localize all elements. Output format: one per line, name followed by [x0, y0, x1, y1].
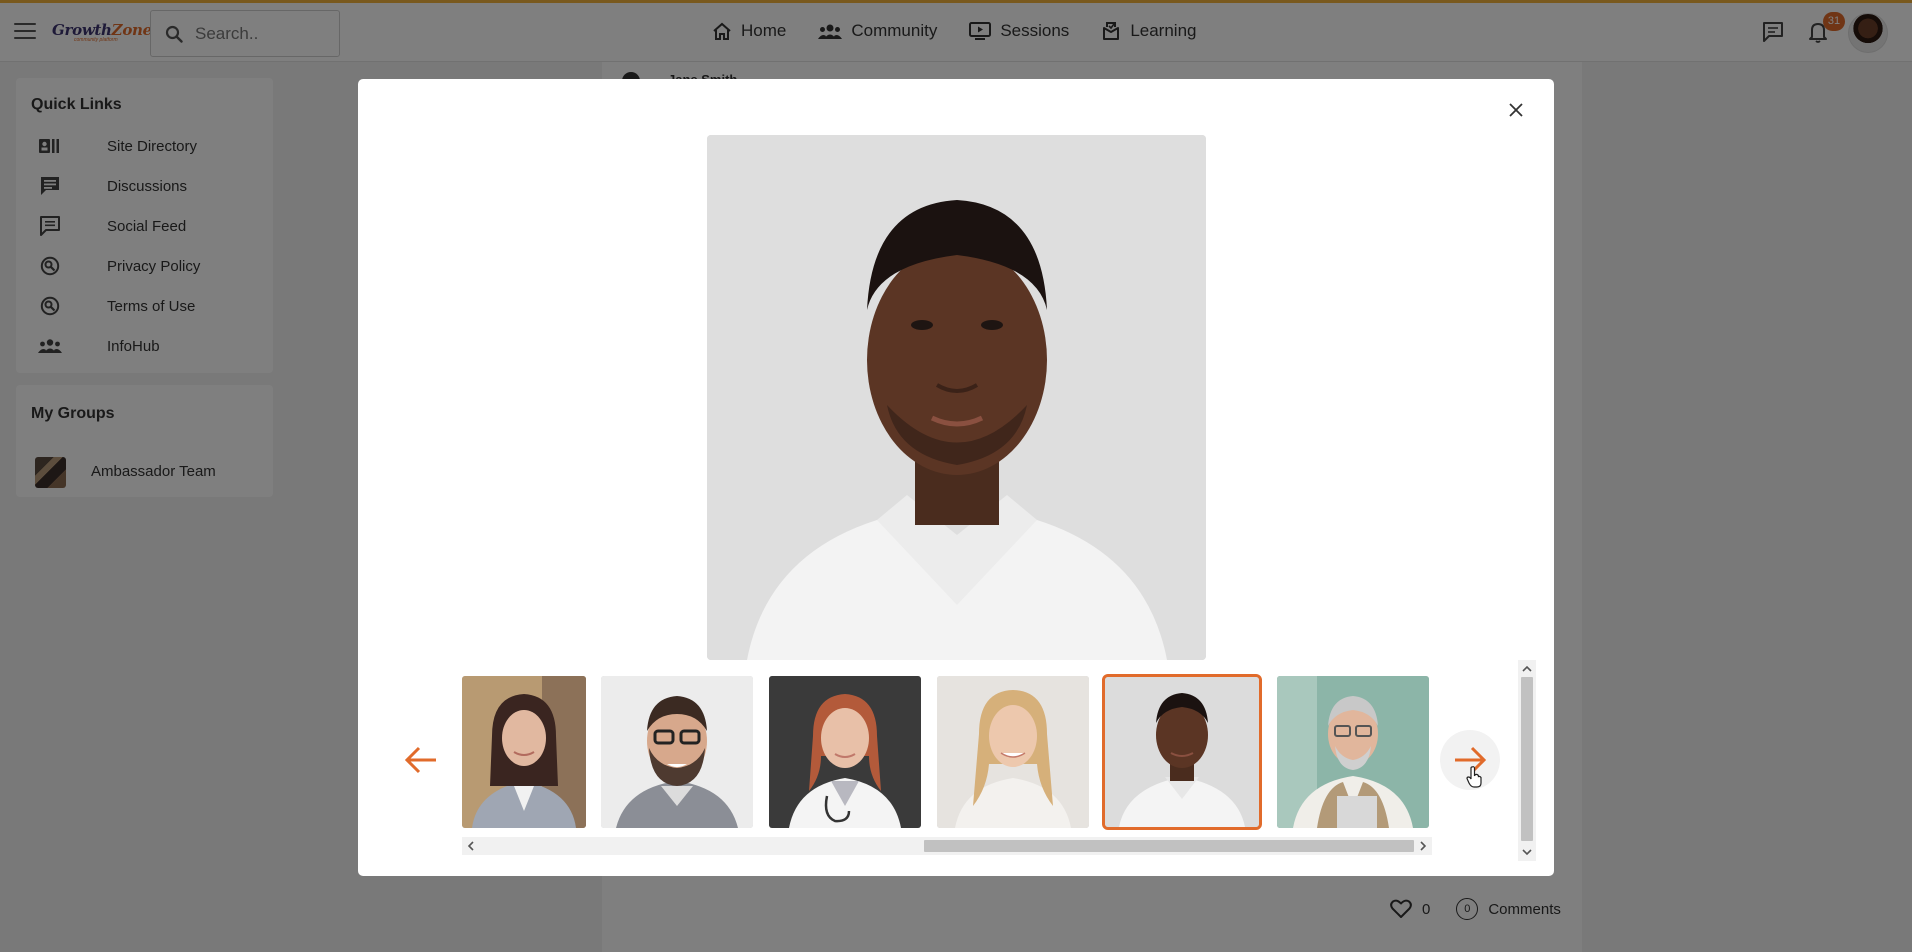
main-photo-image: [707, 135, 1206, 660]
thumbnail-3[interactable]: [769, 676, 921, 828]
woman-doctor-photo: [769, 676, 921, 828]
woman-blonde-photo: [937, 676, 1089, 828]
woman-blazer-photo: [462, 676, 586, 828]
thumbnail-1[interactable]: [462, 676, 586, 828]
thumbnail-5-selected[interactable]: [1102, 674, 1262, 830]
thumbnail-4[interactable]: [937, 676, 1089, 828]
vertical-scroll-thumb[interactable]: [1521, 677, 1533, 841]
close-button[interactable]: [1502, 96, 1530, 124]
horizontal-scroll-thumb[interactable]: [924, 840, 1414, 852]
scroll-down-icon[interactable]: [1520, 845, 1534, 859]
photo-gallery-modal: [358, 79, 1554, 876]
man-glasses-beard-photo: [601, 676, 753, 828]
scroll-left-icon[interactable]: [464, 839, 478, 853]
previous-photo-button[interactable]: [391, 730, 451, 790]
horizontal-scrollbar[interactable]: [462, 837, 1432, 855]
thumbnail-2[interactable]: [601, 676, 753, 828]
arrow-left-icon: [404, 746, 436, 774]
main-photo: [707, 135, 1206, 660]
older-man-vest-photo: [1277, 676, 1429, 828]
scroll-right-icon[interactable]: [1416, 839, 1430, 853]
man-white-shirt-photo: [1105, 677, 1259, 827]
thumbnail-6[interactable]: [1277, 676, 1429, 828]
scroll-up-icon[interactable]: [1520, 662, 1534, 676]
hand-cursor-icon: [1466, 766, 1482, 788]
vertical-scrollbar[interactable]: [1518, 660, 1536, 861]
thumbnail-strip[interactable]: [462, 672, 1432, 832]
close-icon: [1509, 103, 1523, 117]
